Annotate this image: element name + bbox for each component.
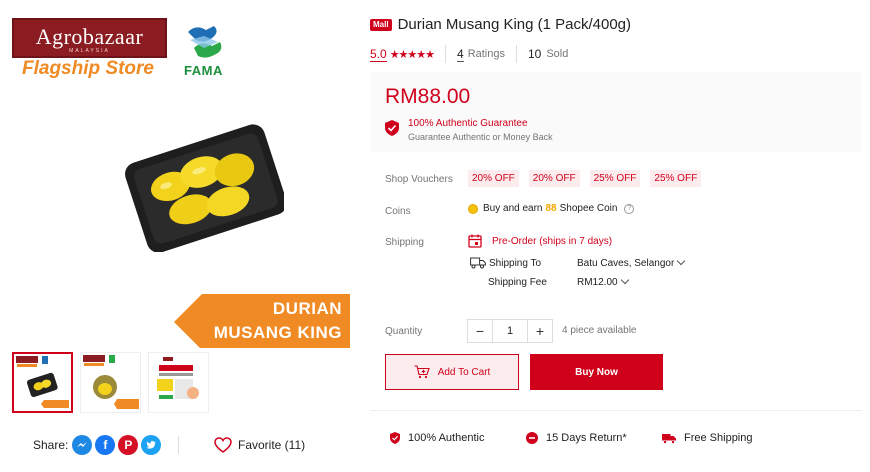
thumbnail-1-image <box>16 356 69 408</box>
messenger-icon[interactable] <box>72 435 93 455</box>
guarantee-title: 100% Authentic Guarantee <box>408 118 528 129</box>
main-product-image[interactable]: Agrobazaar MALAYSIA Flagship Store FAMA <box>6 8 350 348</box>
thumbnail-1[interactable] <box>12 352 73 413</box>
buy-now-button[interactable]: Buy Now <box>530 354 663 390</box>
brand-sub: MALAYSIA <box>69 48 110 54</box>
agrobazaar-logo: Agrobazaar MALAYSIA <box>12 18 167 58</box>
sold-count: 10 <box>527 47 542 61</box>
favorite-button[interactable]: Favorite (11) <box>214 434 305 456</box>
voucher-list: 20% OFF 20% OFF 25% OFF 25% OFF <box>468 170 702 187</box>
product-title: Durian Musang King (1 Pack/400g) <box>397 16 632 33</box>
title-row: Mall Durian Musang King (1 Pack/400g) <box>370 16 631 33</box>
thumbnail-strip <box>12 352 209 413</box>
thumbnail-3-image <box>157 357 199 399</box>
assurance-authentic-label: 100% Authentic <box>408 432 485 444</box>
durian-tray-image <box>125 124 284 252</box>
facebook-icon[interactable]: f <box>95 435 116 455</box>
quantity-input[interactable]: 1 <box>492 320 528 342</box>
calendar-icon <box>468 234 482 248</box>
shield-check-icon <box>385 120 399 136</box>
product-gallery: Agrobazaar MALAYSIA Flagship Store FAMA <box>0 0 352 472</box>
ship-fee-value: RM12.00 <box>577 277 618 288</box>
product-info: Mall Durian Musang King (1 Pack/400g) 5.… <box>370 0 865 472</box>
coins-label: Coins <box>385 206 411 217</box>
share-label: Share: <box>33 438 69 452</box>
mall-badge: Mall <box>370 18 392 31</box>
product-price: RM88.00 <box>385 85 471 108</box>
coin-icon <box>468 203 478 214</box>
buy-now-label: Buy Now <box>575 366 618 378</box>
guarantee-subtitle: Guarantee Authentic or Money Back <box>408 132 553 142</box>
shop-vouchers-label: Shop Vouchers <box>385 174 453 185</box>
sold-separator <box>515 45 517 63</box>
coins-prefix: Buy and earn <box>483 203 543 214</box>
share-row: Share: f P <box>33 434 164 456</box>
quantity-stepper: − 1 + <box>467 319 553 343</box>
rating-separator <box>445 45 446 63</box>
flagship-store-label: Flagship Store <box>22 58 154 79</box>
return-icon <box>526 432 538 444</box>
favorite-label: Favorite (11) <box>238 438 306 452</box>
pinterest-icon[interactable]: P <box>118 435 139 455</box>
shield-icon <box>390 432 400 444</box>
twitter-icon[interactable] <box>141 435 162 455</box>
fama-logo-icon <box>188 26 222 58</box>
price-box: RM88.00 100% Authentic Guarantee Guarant… <box>370 72 862 152</box>
shipping-label: Shipping <box>385 237 424 248</box>
ship-fee-label: Shipping Fee <box>488 277 547 288</box>
voucher-chip[interactable]: 25% OFF <box>589 170 641 187</box>
assurance-authentic[interactable]: 100% Authentic <box>390 432 484 444</box>
add-to-cart-label: Add To Cart <box>437 366 491 378</box>
help-icon[interactable]: ? <box>624 203 635 214</box>
ratings-label: Ratings <box>467 48 505 60</box>
coins-suffix: Shopee Coin <box>559 203 618 214</box>
thumbnail-2-image <box>83 355 139 409</box>
assurance-shipping[interactable]: Free Shipping <box>662 432 753 444</box>
voucher-chip[interactable]: 25% OFF <box>650 170 702 187</box>
thumbnail-3[interactable] <box>148 352 209 413</box>
truck-icon <box>662 433 676 444</box>
ratings-count[interactable]: 4 <box>457 47 464 62</box>
shipping-to-row: Shipping To Batu Caves, Selangor <box>470 256 686 269</box>
product-card: Agrobazaar MALAYSIA Flagship Store FAMA <box>0 0 870 472</box>
fama-label: FAMA <box>184 63 223 78</box>
heart-icon <box>214 437 232 453</box>
rating-value[interactable]: 5.0 <box>370 47 387 62</box>
cart-add-icon <box>414 365 430 379</box>
voucher-chip[interactable]: 20% OFF <box>468 170 519 187</box>
assurance-shipping-label: Free Shipping <box>684 432 753 444</box>
ship-fee-selector[interactable]: RM12.00 <box>577 275 629 288</box>
stock-available: 4 piece available <box>562 325 637 336</box>
sold-label: Sold <box>546 48 569 60</box>
coins-info: Buy and earn 88 Shopee Coin ? <box>468 203 635 214</box>
quantity-increase-button[interactable]: + <box>528 320 552 342</box>
assurance-divider <box>370 410 862 411</box>
preorder-info: Pre-Order (ships in 7 days) <box>468 234 612 248</box>
assurance-return[interactable]: 15 Days Return* <box>526 432 627 444</box>
banner-line-1: DURIAN <box>272 299 342 318</box>
share-divider <box>178 436 179 454</box>
coins-amount: 88 <box>545 203 557 214</box>
rating-row: 5.0 ★★★★★ 4 Ratings 10 Sold <box>370 45 569 63</box>
preorder-text: Pre-Order (ships in 7 days) <box>492 235 613 247</box>
shipping-fee-row: Shipping Fee RM12.00 <box>488 275 629 288</box>
quantity-decrease-button[interactable]: − <box>468 320 492 342</box>
ship-to-label: Shipping To <box>489 257 542 269</box>
voucher-chip[interactable]: 20% OFF <box>528 170 580 187</box>
truck-icon <box>470 257 486 269</box>
star-rating-icon: ★★★★★ <box>389 48 435 61</box>
ship-to-value: Batu Caves, Selangor <box>577 258 675 269</box>
assurance-return-label: 15 Days Return* <box>546 432 627 444</box>
brand-name: Agrobazaar <box>35 24 144 49</box>
quantity-label: Quantity <box>385 326 423 337</box>
authentic-guarantee[interactable]: 100% Authentic Guarantee Guarantee Authe… <box>385 117 553 144</box>
ship-to-selector[interactable]: Batu Caves, Selangor <box>577 256 686 269</box>
chevron-down-icon <box>620 275 629 285</box>
durian-banner: DURIAN MUSANG KING <box>174 294 350 348</box>
thumbnail-2[interactable] <box>80 352 141 413</box>
banner-line-2: MUSANG KING <box>213 323 342 342</box>
chevron-down-icon <box>677 256 686 266</box>
add-to-cart-button[interactable]: Add To Cart <box>385 354 519 390</box>
